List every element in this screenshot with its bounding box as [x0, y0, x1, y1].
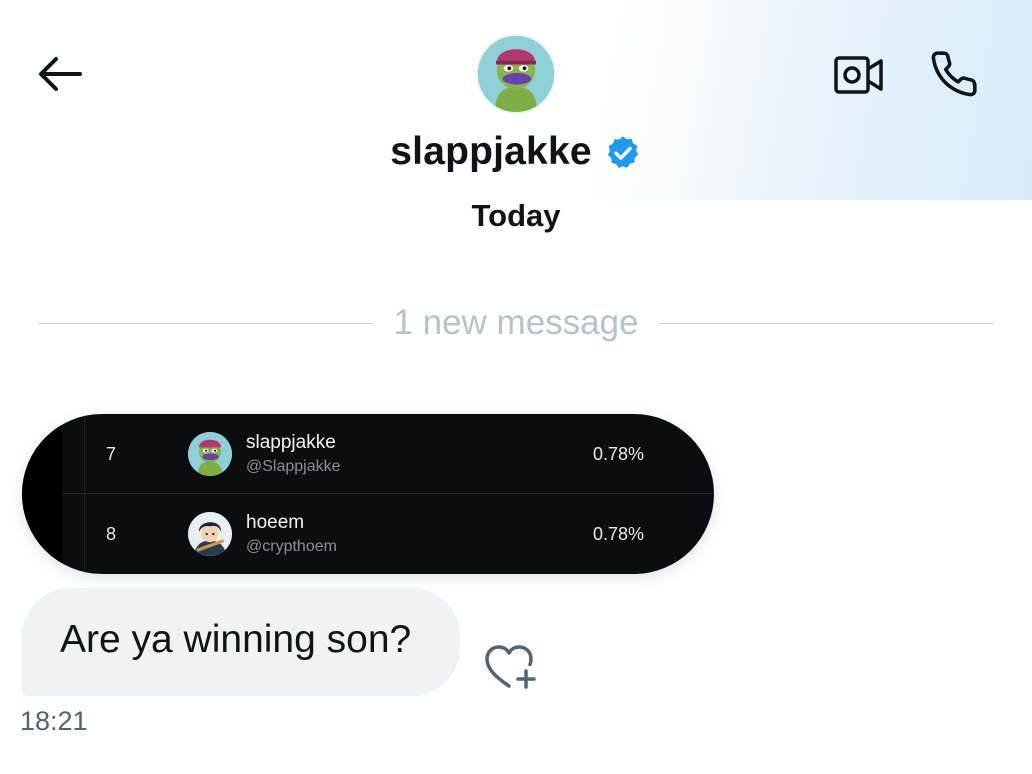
new-message-label: 1 new message	[393, 303, 639, 342]
anime-avatar-image	[188, 512, 232, 556]
pepe-avatar-image	[478, 36, 554, 112]
message-timestamp: 18:21	[20, 706, 88, 736]
arrow-left-icon	[39, 57, 82, 91]
contact-avatar[interactable]	[476, 34, 556, 114]
user-percent: 0.78%	[592, 524, 644, 544]
user-name: hoeem	[246, 512, 305, 533]
leaderboard-row: 7 slappjakke @Slappjakke 0.78%	[62, 414, 714, 492]
back-button[interactable]	[32, 50, 86, 98]
phone-icon	[931, 51, 977, 97]
divider-line-right	[658, 322, 995, 324]
contact-header: slappjakke	[0, 130, 1032, 174]
leaderboard-row: 8 hoeem @crypthoem 0.78%	[62, 494, 714, 572]
contact-name[interactable]: slappjakke	[390, 130, 591, 174]
video-camera-icon	[834, 56, 883, 94]
user-percent: 0.78%	[592, 444, 644, 464]
image-edge	[22, 414, 62, 574]
add-reaction-button[interactable]	[480, 640, 540, 692]
rank: 8	[106, 524, 117, 544]
verified-badge-icon	[607, 136, 638, 169]
avatar	[188, 512, 232, 556]
avatar	[188, 432, 232, 476]
new-message-divider: 1 new message	[38, 296, 995, 350]
voice-call-button[interactable]	[924, 44, 984, 104]
pepe-avatar-image	[188, 432, 232, 476]
user-handle: @Slappjakke	[246, 458, 341, 475]
divider-line-left	[38, 322, 374, 324]
date-separator: Today	[471, 198, 561, 233]
heart-plus-icon	[485, 645, 536, 689]
rank: 7	[106, 444, 117, 464]
image-attachment[interactable]: 7 slappjakke @Slappjakke 0.78% 8 hoeem @…	[22, 414, 714, 574]
video-call-button[interactable]	[828, 48, 890, 102]
message-bubble[interactable]: Are ya winning son?	[22, 588, 460, 696]
user-name: slappjakke	[246, 432, 336, 453]
user-handle: @crypthoem	[246, 538, 337, 555]
